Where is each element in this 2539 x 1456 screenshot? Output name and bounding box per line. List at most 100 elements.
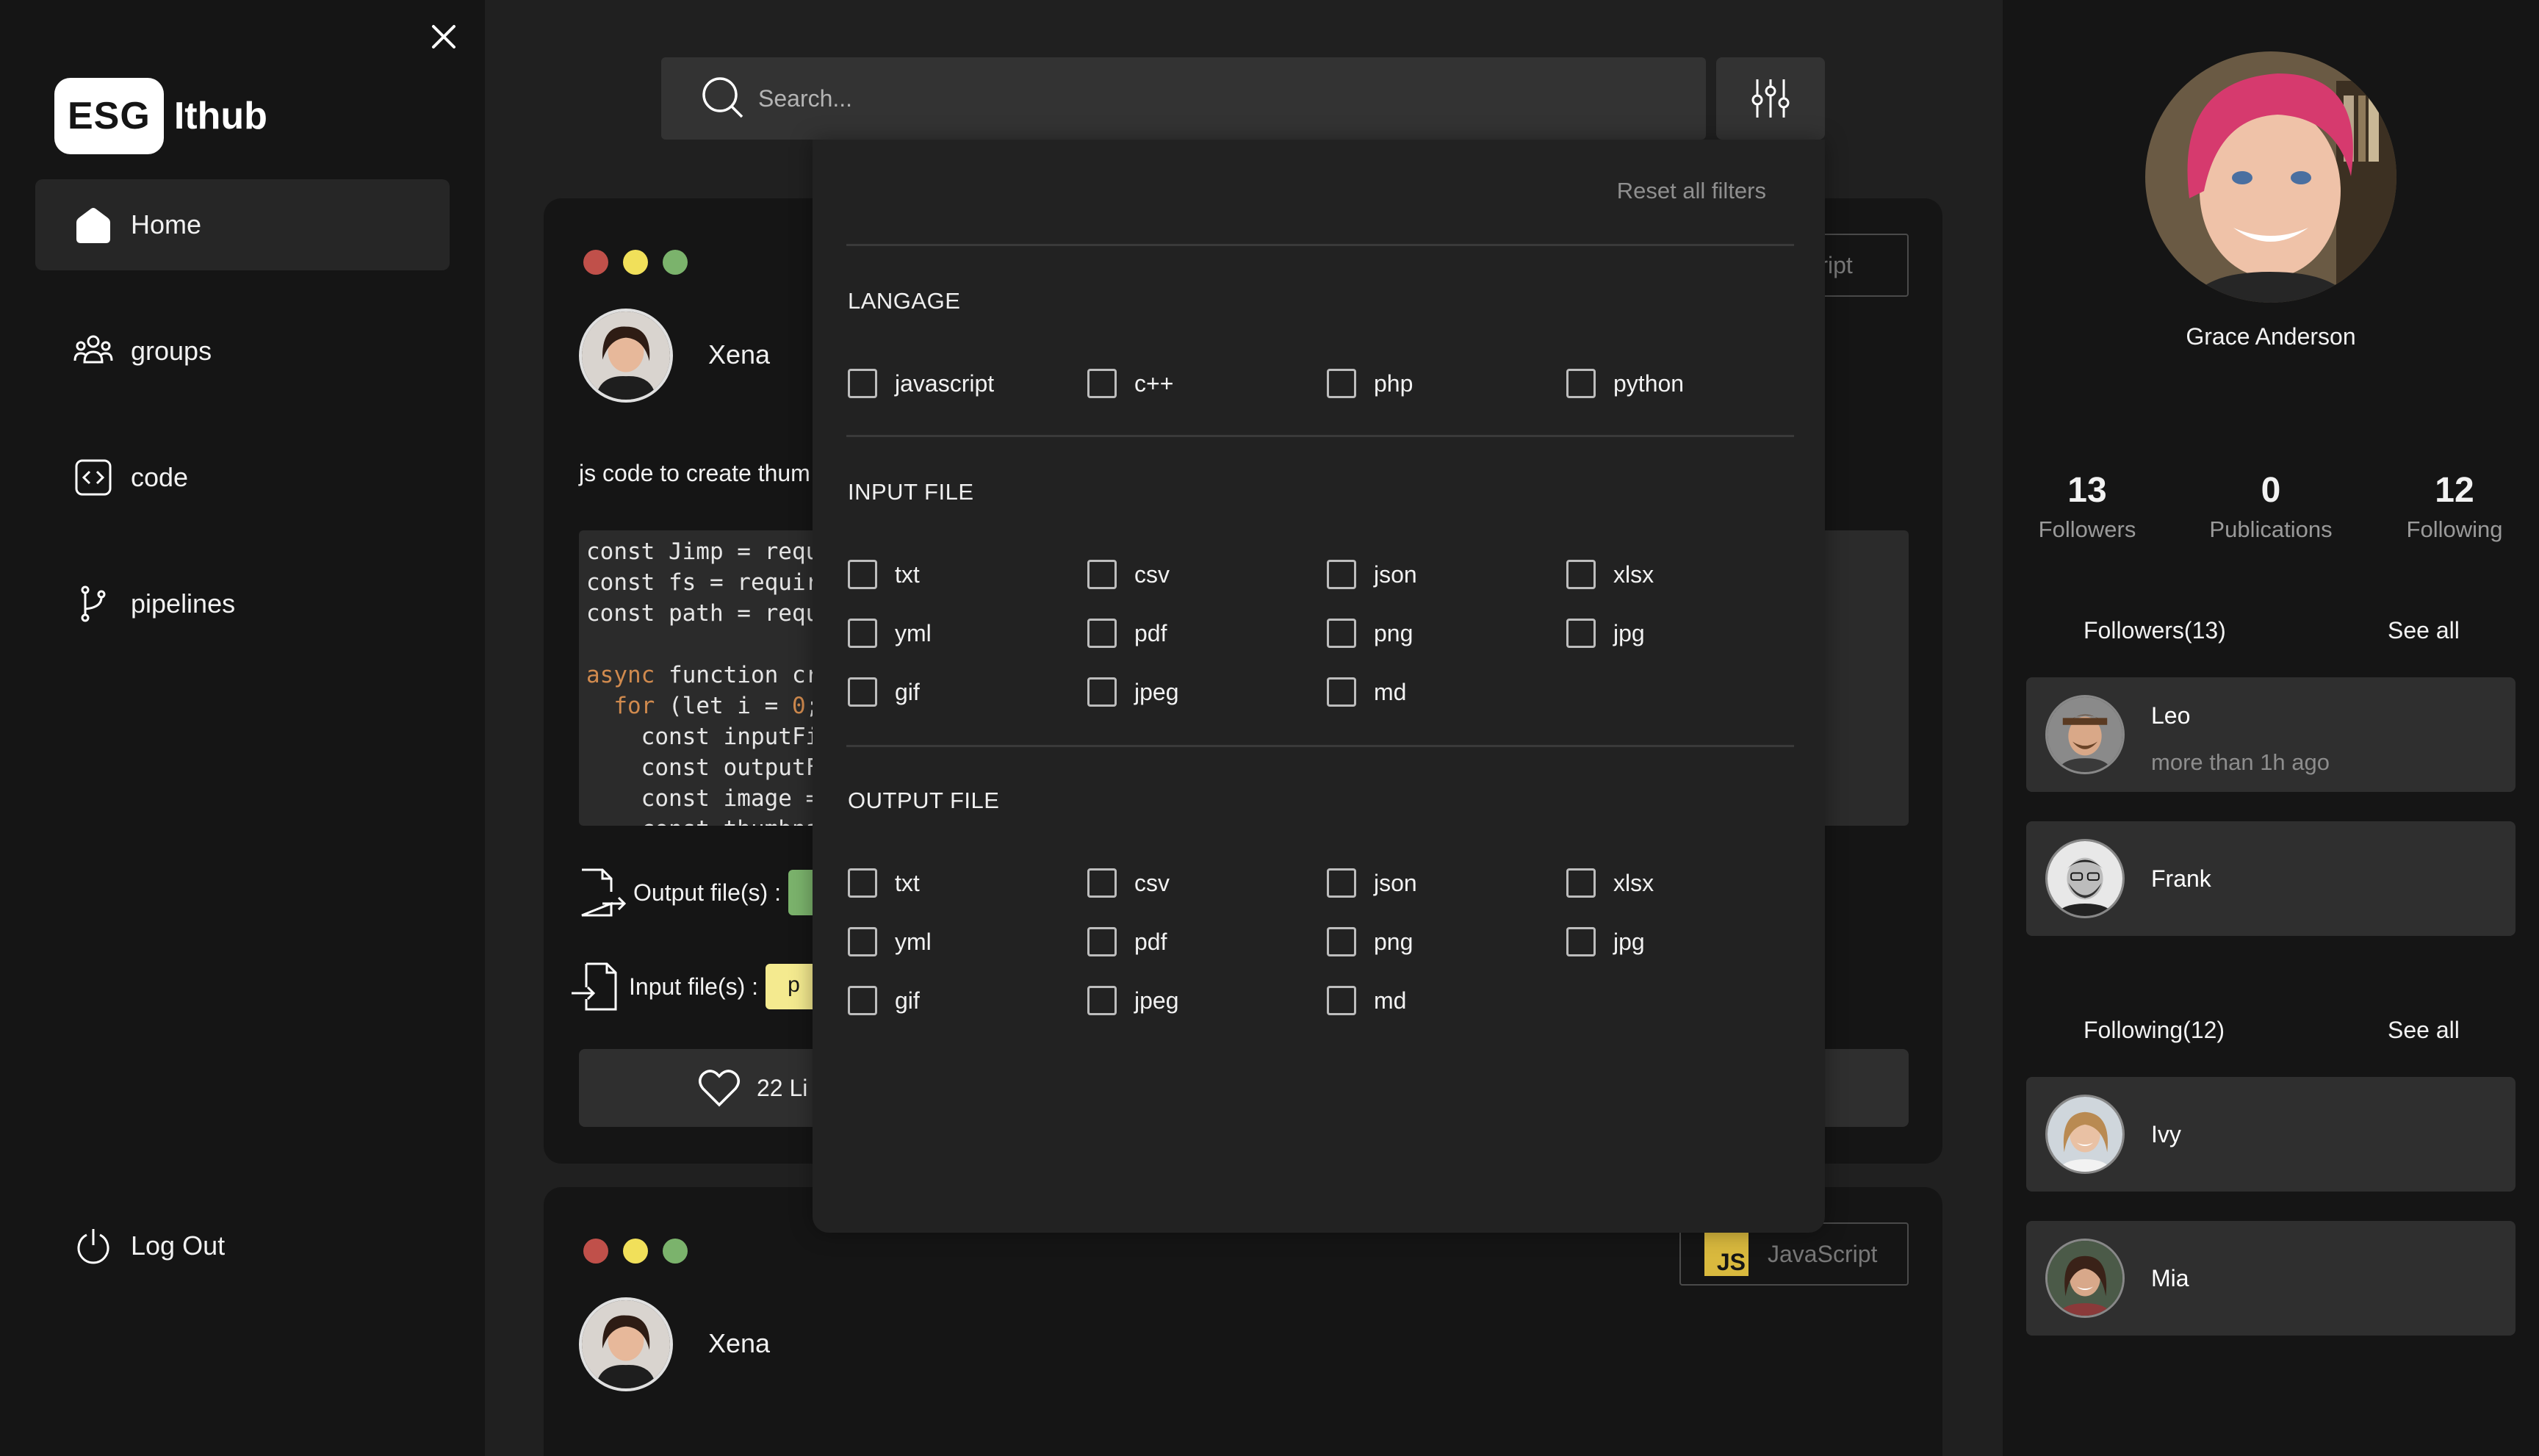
stat-following[interactable]: 12 Following: [2363, 470, 2539, 543]
checkbox[interactable]: [1327, 619, 1356, 648]
javascript-icon: JS: [1704, 1232, 1749, 1276]
code-icon: [75, 459, 112, 496]
filter-checkbox-jpg[interactable]: jpg: [1566, 927, 1645, 956]
filter-checkbox-csv[interactable]: csv: [1087, 868, 1170, 898]
close-icon[interactable]: [425, 18, 463, 56]
avatar[interactable]: [579, 1297, 673, 1391]
filter-checkbox-xlsx[interactable]: xlsx: [1566, 560, 1654, 589]
post-author[interactable]: Xena: [708, 339, 770, 370]
search-bar[interactable]: [661, 57, 1706, 140]
filter-checkbox-md[interactable]: md: [1327, 677, 1406, 707]
checkbox[interactable]: [1087, 986, 1117, 1015]
filter-checkbox-txt[interactable]: txt: [848, 560, 920, 589]
reset-filters-link[interactable]: Reset all filters: [1617, 178, 1766, 204]
checkbox[interactable]: [1327, 927, 1356, 956]
filter-checkbox-png[interactable]: png: [1327, 619, 1413, 648]
checkbox[interactable]: [1087, 868, 1117, 898]
filter-checkbox-javascript[interactable]: javascript: [848, 369, 994, 398]
checkbox[interactable]: [1087, 927, 1117, 956]
checkbox[interactable]: [1087, 369, 1117, 398]
checkbox[interactable]: [1327, 560, 1356, 589]
filter-checkbox-jpg[interactable]: jpg: [1566, 619, 1645, 648]
filter-checkbox-php[interactable]: php: [1327, 369, 1413, 398]
checkbox[interactable]: [1327, 677, 1356, 707]
logo-badge: ESG: [54, 78, 164, 154]
checkbox[interactable]: [848, 927, 877, 956]
checkbox[interactable]: [848, 868, 877, 898]
follower-name: Leo: [2151, 702, 2191, 729]
checkbox[interactable]: [848, 986, 877, 1015]
checkbox[interactable]: [1087, 560, 1117, 589]
app-logo[interactable]: ESG Ithub: [54, 78, 267, 154]
dot-red: [583, 1239, 608, 1264]
filter-checkbox-yml[interactable]: yml: [848, 927, 932, 956]
filter-checkbox-csv[interactable]: csv: [1087, 560, 1170, 589]
dot-green: [663, 1239, 688, 1264]
filter-checkbox-json[interactable]: json: [1327, 868, 1417, 898]
filter-checkbox-yml[interactable]: yml: [848, 619, 932, 648]
follower-timestamp: more than 1h ago: [2151, 749, 2330, 775]
checkbox[interactable]: [1566, 560, 1596, 589]
filter-checkbox-xlsx[interactable]: xlsx: [1566, 868, 1654, 898]
checkbox[interactable]: [1327, 868, 1356, 898]
filter-checkbox-jpeg[interactable]: jpeg: [1087, 677, 1179, 707]
following-see-all-link[interactable]: See all: [2388, 1017, 2460, 1044]
follower-card[interactable]: Frank: [2026, 821, 2515, 936]
window-dots: [583, 250, 688, 275]
checkbox[interactable]: [1327, 369, 1356, 398]
checkbox[interactable]: [848, 369, 877, 398]
checkbox-label: yml: [895, 928, 932, 955]
checkbox[interactable]: [1566, 868, 1596, 898]
checkbox[interactable]: [1087, 677, 1117, 707]
checkbox[interactable]: [848, 677, 877, 707]
following-card[interactable]: Mia: [2026, 1221, 2515, 1336]
checkbox[interactable]: [1087, 619, 1117, 648]
filter-checkbox-pdf[interactable]: pdf: [1087, 619, 1167, 648]
stat-followers[interactable]: 13 Followers: [1995, 470, 2179, 543]
filter-checkbox-jpeg[interactable]: jpeg: [1087, 986, 1179, 1015]
checkbox-label: txt: [895, 869, 920, 896]
checkbox-label: xlsx: [1613, 561, 1654, 588]
filter-checkbox-gif[interactable]: gif: [848, 986, 920, 1015]
profile-name: Grace Anderson: [2186, 323, 2356, 350]
divider: [846, 435, 1794, 437]
nav-item-code[interactable]: code: [35, 432, 450, 523]
checkbox-label: python: [1613, 370, 1685, 397]
filter-checkbox-json[interactable]: json: [1327, 560, 1417, 589]
nav-item-home[interactable]: Home: [35, 179, 450, 270]
follower-card[interactable]: Leo more than 1h ago: [2026, 677, 2515, 792]
filter-checkbox-pdf[interactable]: pdf: [1087, 927, 1167, 956]
profile-avatar[interactable]: [2145, 51, 2396, 303]
filter-checkbox-python[interactable]: python: [1566, 369, 1684, 398]
checkbox-label: javascript: [895, 370, 995, 397]
followers-see-all-link[interactable]: See all: [2388, 617, 2460, 644]
filter-checkbox-md[interactable]: md: [1327, 986, 1406, 1015]
filter-checkbox-gif[interactable]: gif: [848, 677, 920, 707]
search-input[interactable]: [758, 84, 1640, 112]
nav-label-home: Home: [131, 209, 202, 239]
home-icon: [76, 208, 110, 243]
checkbox[interactable]: [1566, 369, 1596, 398]
stat-publications[interactable]: 0 Publications: [2179, 470, 2363, 543]
language-label: JavaScript: [1768, 1240, 1878, 1267]
avatar[interactable]: [579, 309, 673, 403]
post-author[interactable]: Xena: [708, 1328, 770, 1359]
checkbox[interactable]: [1566, 927, 1596, 956]
checkbox[interactable]: [848, 560, 877, 589]
following-card[interactable]: Ivy: [2026, 1077, 2515, 1192]
logout-button[interactable]: Log Out: [35, 1200, 450, 1291]
stat-label: Publications: [2209, 516, 2333, 542]
input-file-chip[interactable]: p: [766, 964, 818, 1009]
divider: [846, 244, 1794, 246]
checkbox-label: json: [1374, 561, 1417, 588]
filter-checkbox-txt[interactable]: txt: [848, 868, 920, 898]
filter-checkbox-png[interactable]: png: [1327, 927, 1413, 956]
checkbox[interactable]: [848, 619, 877, 648]
nav-item-pipelines[interactable]: pipelines: [35, 558, 450, 649]
following-title: Following(12): [2084, 1017, 2225, 1043]
filter-checkbox-c-[interactable]: c++: [1087, 369, 1173, 398]
checkbox[interactable]: [1327, 986, 1356, 1015]
filter-button[interactable]: [1716, 57, 1825, 140]
checkbox[interactable]: [1566, 619, 1596, 648]
nav-item-groups[interactable]: groups: [35, 306, 450, 397]
